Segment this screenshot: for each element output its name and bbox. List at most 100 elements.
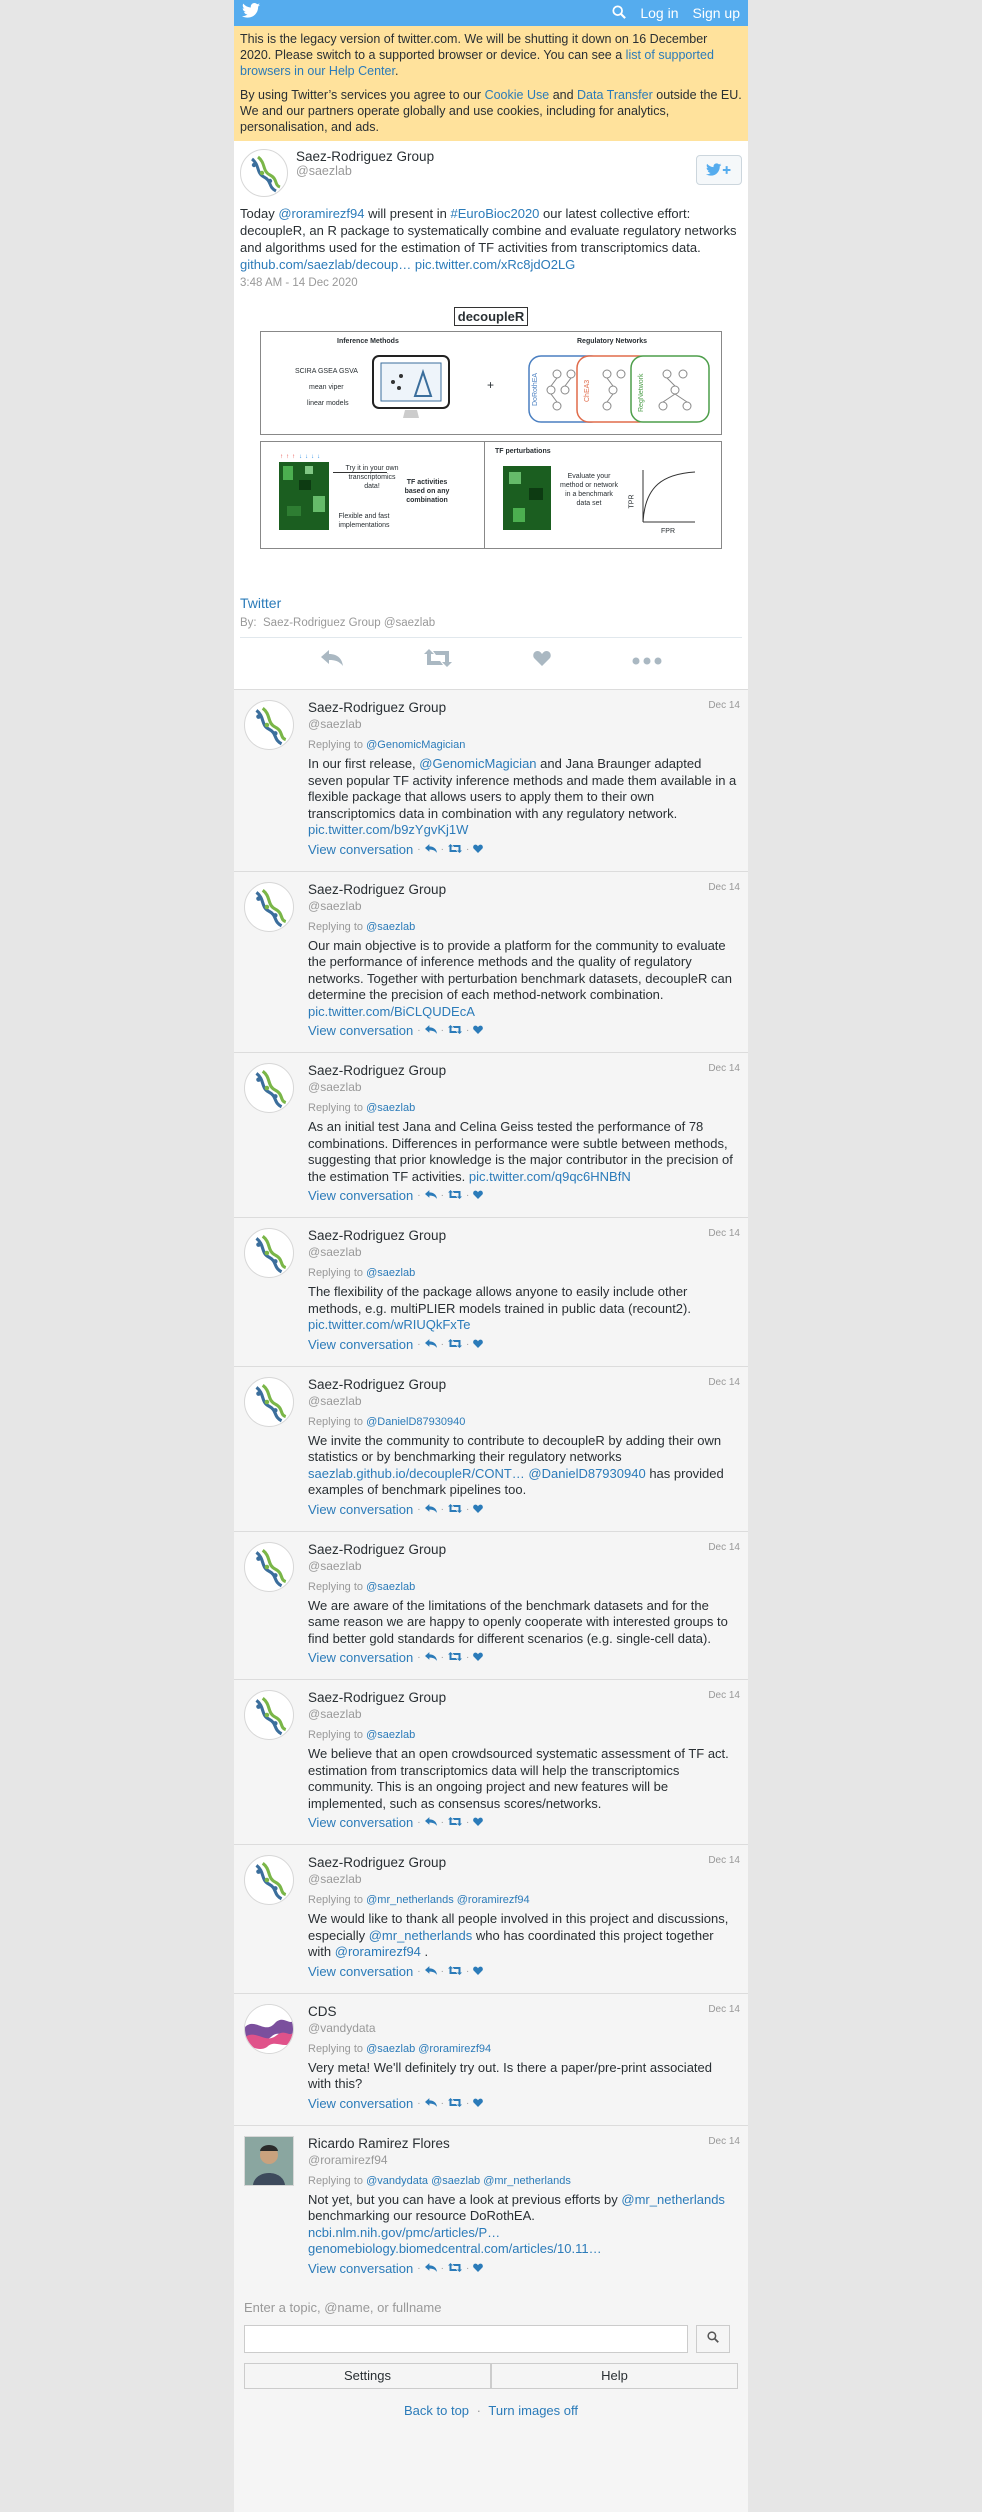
- like-icon[interactable]: [473, 1336, 484, 1354]
- reply-author-handle[interactable]: @roramirezf94: [308, 2152, 738, 2168]
- url-link[interactable]: pic.twitter.com/b9zYgvKj1W: [308, 822, 468, 837]
- reply-icon[interactable]: [424, 1336, 437, 1354]
- reply-author-name[interactable]: Saez-Rodriguez Group: [308, 1063, 738, 1079]
- tweet-image[interactable]: decoupleR Inference Methods SCIRA GSEA G…: [240, 303, 742, 579]
- handle-text[interactable]: saezlab: [320, 1394, 361, 1408]
- more-icon[interactable]: [632, 652, 662, 670]
- retweet-icon[interactable]: [423, 649, 452, 672]
- like-icon[interactable]: [473, 1814, 484, 1832]
- mention-link[interactable]: @roramirezf94: [278, 206, 364, 221]
- retweet-icon[interactable]: [447, 1336, 462, 1354]
- avatar[interactable]: [244, 1541, 294, 1592]
- retweet-icon[interactable]: [447, 2260, 462, 2278]
- retweet-icon[interactable]: [447, 1649, 462, 1667]
- reply-icon[interactable]: [424, 2260, 437, 2278]
- view-conversation-link[interactable]: View conversation: [308, 1187, 413, 1205]
- view-conversation-link[interactable]: View conversation: [308, 1649, 413, 1667]
- replying-to-link[interactable]: @saezlab @roramirezf94: [366, 2043, 491, 2055]
- retweet-icon[interactable]: [447, 1963, 462, 1981]
- reply-author-name[interactable]: Ricardo Ramirez Flores: [308, 2136, 738, 2152]
- by-name[interactable]: Saez-Rodriguez Group: [263, 617, 381, 629]
- replying-to-link[interactable]: @DanielD87930940: [366, 1416, 465, 1428]
- replying-to-link[interactable]: @vandydata @saezlab @mr_netherlands: [366, 2175, 571, 2187]
- pic-link[interactable]: pic.twitter.com/xRc8jdO2LG: [415, 257, 575, 272]
- avatar[interactable]: [244, 2003, 294, 2054]
- url-link[interactable]: ncbi.nlm.nih.gov/pmc/articles/P…: [308, 2225, 738, 2242]
- mention-link[interactable]: @mr_netherlands: [621, 2192, 725, 2207]
- reply-tweet[interactable]: Saez-Rodriguez Group @saezlab Replying to …: [234, 1365, 748, 1531]
- replying-to-link[interactable]: @GenomicMagician: [366, 739, 465, 751]
- search-button[interactable]: [696, 2324, 730, 2353]
- handle-text[interactable]: saezlab: [320, 1872, 361, 1886]
- follow-button[interactable]: [696, 155, 742, 185]
- search-icon[interactable]: [612, 4, 627, 22]
- avatar[interactable]: [244, 1063, 294, 1113]
- reply-author-name[interactable]: Saez-Rodriguez Group: [308, 1542, 738, 1558]
- reply-date[interactable]: Dec 14: [708, 1063, 740, 1074]
- url-link[interactable]: saezlab.github.io/decoupleR/CONT…: [308, 1466, 525, 1481]
- replying-to-link[interactable]: @mr_netherlands @roramirezf94: [366, 1894, 530, 1906]
- signup-link[interactable]: Sign up: [693, 5, 740, 21]
- mention-link[interactable]: @mr_netherlands: [369, 1928, 473, 1943]
- reply-tweet[interactable]: Saez-Rodriguez Group @saezlab Replying to …: [234, 870, 748, 1052]
- cookie-use-link[interactable]: Cookie Use: [485, 88, 550, 102]
- reply-icon[interactable]: [424, 1814, 437, 1832]
- view-conversation-link[interactable]: View conversation: [308, 2260, 413, 2278]
- handle-text[interactable]: saezlab: [320, 717, 361, 731]
- like-icon[interactable]: [473, 1022, 484, 1040]
- handle-text[interactable]: saezlab: [320, 1559, 361, 1573]
- mention-link[interactable]: @DanielD87930940: [528, 1466, 645, 1481]
- reply-icon[interactable]: [424, 1187, 437, 1205]
- reply-tweet[interactable]: Saez-Rodriguez Group @saezlab Replying to …: [234, 1217, 748, 1366]
- url-link[interactable]: pic.twitter.com/q9qc6HNBfN: [469, 1169, 631, 1184]
- twitter-bird-icon[interactable]: [242, 3, 260, 23]
- reply-date[interactable]: Dec 14: [708, 1542, 740, 1553]
- reply-icon[interactable]: [424, 841, 437, 859]
- data-transfer-link[interactable]: Data Transfer: [577, 88, 653, 102]
- replying-to-link[interactable]: @saezlab: [366, 1581, 415, 1593]
- back-to-top-link[interactable]: Back to top: [404, 2403, 469, 2418]
- reply-tweet[interactable]: CDS @vandydata Replying to @saezlab @roram…: [234, 1992, 748, 2125]
- turn-images-off-link[interactable]: Turn images off: [488, 2403, 578, 2418]
- handle-text[interactable]: roramirezf94: [320, 2153, 387, 2167]
- reply-date[interactable]: Dec 14: [708, 882, 740, 893]
- view-conversation-link[interactable]: View conversation: [308, 841, 413, 859]
- hashtag-link[interactable]: #EuroBioc2020: [451, 206, 540, 221]
- avatar[interactable]: [244, 700, 294, 750]
- reply-tweet[interactable]: Saez-Rodriguez Group @saezlab Replying to …: [234, 1679, 748, 1844]
- avatar[interactable]: [244, 881, 294, 932]
- reply-author-handle[interactable]: @saezlab: [308, 1244, 738, 1260]
- reply-author-name[interactable]: CDS: [308, 2004, 738, 2020]
- reply-tweet[interactable]: Saez-Rodriguez Group @saezlab Replying to …: [234, 1530, 748, 1679]
- tweet-timestamp[interactable]: 3:48 AM - 14 Dec 2020: [240, 277, 742, 289]
- reply-icon[interactable]: [424, 2095, 437, 2113]
- replying-to-link[interactable]: @saezlab: [366, 1267, 415, 1279]
- retweet-icon[interactable]: [447, 1187, 462, 1205]
- handle-text[interactable]: saezlab: [320, 1707, 361, 1721]
- avatar[interactable]: [244, 2135, 294, 2186]
- reply-date[interactable]: Dec 14: [708, 2136, 740, 2147]
- replying-to-link[interactable]: @saezlab: [366, 1729, 415, 1741]
- url-link[interactable]: pic.twitter.com/BiCLQUDEcA: [308, 1004, 475, 1019]
- view-conversation-link[interactable]: View conversation: [308, 2095, 413, 2113]
- reply-author-name[interactable]: Saez-Rodriguez Group: [308, 1690, 738, 1706]
- replying-to-link[interactable]: @saezlab: [366, 1102, 415, 1114]
- reply-tweet[interactable]: Saez-Rodriguez Group @saezlab Replying to …: [234, 689, 748, 871]
- reply-author-handle[interactable]: @saezlab: [308, 1393, 738, 1409]
- reply-author-name[interactable]: Saez-Rodriguez Group: [308, 882, 738, 898]
- help-button[interactable]: Help: [491, 2362, 738, 2389]
- reply-icon[interactable]: [424, 1022, 437, 1040]
- reply-author-name[interactable]: Saez-Rodriguez Group: [308, 1377, 738, 1393]
- like-icon[interactable]: [473, 1501, 484, 1519]
- reply-author-handle[interactable]: @vandydata: [308, 2020, 738, 2036]
- twitter-card-link[interactable]: Twitter: [240, 595, 281, 611]
- reply-date[interactable]: Dec 14: [708, 2004, 740, 2015]
- handle-text[interactable]: vandydata: [320, 2021, 375, 2035]
- avatar[interactable]: [244, 1376, 294, 1427]
- reply-icon[interactable]: [424, 1963, 437, 1981]
- github-link[interactable]: github.com/saezlab/decoup…: [240, 257, 411, 272]
- retweet-icon[interactable]: [447, 2095, 462, 2113]
- url-link[interactable]: pic.twitter.com/wRIUQkFxTe: [308, 1317, 471, 1332]
- like-icon[interactable]: [473, 1649, 484, 1667]
- avatar[interactable]: [244, 1228, 294, 1278]
